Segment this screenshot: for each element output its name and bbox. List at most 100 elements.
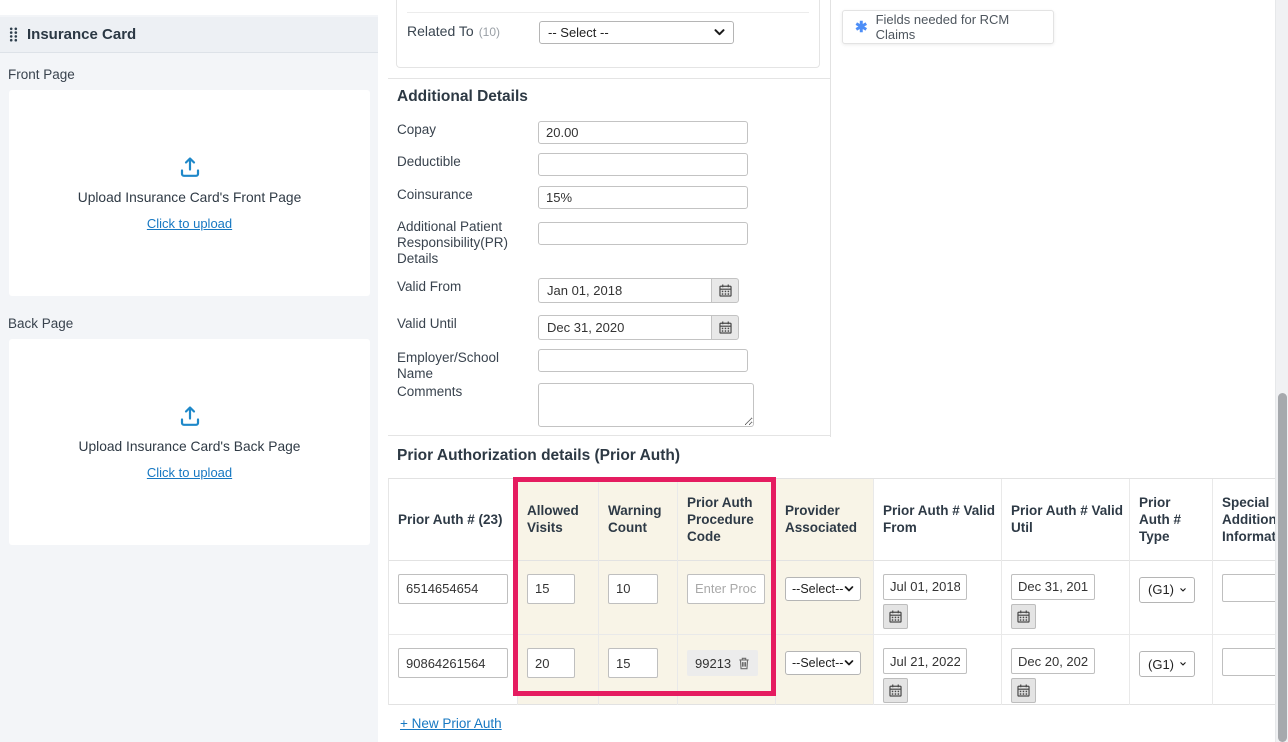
table-cell <box>389 561 517 636</box>
warning-count-input-row2[interactable] <box>608 648 658 678</box>
back-page-upload-link[interactable]: Click to upload <box>147 465 232 480</box>
column-valid-util: Prior Auth # Valid Util <box>1002 479 1130 705</box>
chevron-down-icon <box>714 29 725 36</box>
back-page-label: Back Page <box>8 316 73 331</box>
allowed-visits-input-row1[interactable] <box>527 574 575 604</box>
related-to-label: Related To(10) <box>407 23 500 39</box>
insurance-card-panel: Insurance Card Front Page Upload Insuran… <box>0 15 378 742</box>
table-cell: (G1) <box>1130 561 1212 636</box>
column-auth-type: Prior Auth # Type (G1) (G1) <box>1130 479 1213 705</box>
comments-textarea[interactable] <box>538 383 754 427</box>
additional-pr-label: Additional Patient Responsibility(PR) De… <box>397 219 533 267</box>
provider-select-row1[interactable]: --Select-- <box>785 577 861 601</box>
additional-pr-input[interactable] <box>538 222 748 245</box>
warning-count-input-row1[interactable] <box>608 574 658 604</box>
front-page-upload-dropzone[interactable]: Upload Insurance Card's Front Page Click… <box>9 90 370 296</box>
front-page-upload-text: Upload Insurance Card's Front Page <box>78 190 302 205</box>
prior-auth-number-input-row1[interactable] <box>398 574 508 604</box>
deductible-input[interactable] <box>538 153 748 176</box>
drag-handle-icon[interactable] <box>9 27 18 42</box>
allowed-visits-input-row2[interactable] <box>527 648 575 678</box>
table-cell <box>1213 561 1276 636</box>
valid-until-group <box>538 315 739 340</box>
auth-valid-util-input-row2[interactable] <box>1011 648 1095 674</box>
calendar-button[interactable] <box>883 678 908 703</box>
calendar-icon <box>1017 684 1030 697</box>
column-header: Prior Auth Procedure Code <box>678 479 775 561</box>
prior-auth-heading: Prior Authorization details (Prior Auth) <box>397 447 680 465</box>
valid-until-input[interactable] <box>538 315 711 340</box>
table-cell: --Select-- <box>776 561 873 636</box>
special-info-input-row2[interactable] <box>1222 648 1276 676</box>
chevron-down-icon <box>1180 661 1186 667</box>
table-cell: 99213 <box>678 635 775 705</box>
back-page-upload-text: Upload Insurance Card's Back Page <box>79 439 301 454</box>
special-info-input-row1[interactable] <box>1222 574 1276 602</box>
copay-label: Copay <box>397 122 533 138</box>
valid-from-calendar-button[interactable] <box>711 278 739 303</box>
employer-school-input[interactable] <box>538 349 748 372</box>
coinsurance-input[interactable] <box>538 186 748 209</box>
table-cell <box>1002 635 1129 705</box>
calendar-button[interactable] <box>883 604 908 629</box>
employer-school-label: Employer/School Name <box>397 350 533 382</box>
valid-from-input[interactable] <box>538 278 711 303</box>
table-cell <box>599 561 677 636</box>
auth-valid-from-input-row2[interactable] <box>883 648 967 674</box>
provider-select-row2[interactable]: --Select-- <box>785 651 861 675</box>
column-valid-from: Prior Auth # Valid From <box>874 479 1002 705</box>
scrollbar-track[interactable] <box>1275 0 1288 742</box>
table-cell <box>518 635 598 705</box>
procedure-code-chip-row2: 99213 <box>687 650 758 676</box>
column-prior-auth-number: Prior Auth # (23) <box>389 479 518 705</box>
upload-icon <box>178 155 202 179</box>
auth-valid-from-input-row1[interactable] <box>883 574 967 600</box>
column-header: Prior Auth # Type <box>1130 479 1212 561</box>
table-cell <box>389 635 517 705</box>
table-cell: --Select-- <box>776 635 873 705</box>
auth-valid-util-input-row1[interactable] <box>1011 574 1095 600</box>
column-header: Prior Auth # Valid From <box>874 479 1001 561</box>
insurance-card-header: Insurance Card <box>0 17 378 53</box>
front-page-upload-link[interactable]: Click to upload <box>147 216 232 231</box>
scrollbar-thumb[interactable] <box>1278 393 1287 742</box>
additional-details-section: Additional Details Copay Deductible Coin… <box>388 78 830 436</box>
table-cell <box>1002 561 1129 636</box>
new-prior-auth-link[interactable]: + New Prior Auth <box>400 716 502 731</box>
calendar-button[interactable] <box>1011 678 1036 703</box>
related-to-select[interactable]: -- Select -- <box>539 21 734 44</box>
vertical-divider <box>830 0 831 437</box>
column-procedure-code: Prior Auth Procedure Code 99213 <box>678 479 776 705</box>
valid-from-group <box>538 278 739 303</box>
valid-until-calendar-button[interactable] <box>711 315 739 340</box>
column-header: Prior Auth # Valid Util <box>1002 479 1129 561</box>
comments-label: Comments <box>397 384 533 400</box>
table-cell: (G1) <box>1130 635 1212 705</box>
calendar-icon <box>719 284 732 297</box>
copay-input[interactable] <box>538 121 748 144</box>
prior-auth-table: Prior Auth # (23) Allowed Visits Warning… <box>388 478 1276 705</box>
calendar-icon <box>889 610 902 623</box>
column-header: Provider Associated <box>776 479 873 561</box>
calendar-button[interactable] <box>1011 604 1036 629</box>
table-cell <box>678 561 775 636</box>
table-cell <box>518 561 598 636</box>
trash-icon[interactable] <box>738 657 750 670</box>
column-header: Prior Auth # (23) <box>389 479 517 561</box>
rcm-claims-note-text: Fields needed for RCM Claims <box>876 12 1041 42</box>
column-header: Allowed Visits <box>518 479 598 561</box>
calendar-icon <box>889 684 902 697</box>
column-header: Warning Count <box>599 479 677 561</box>
auth-type-select-row1[interactable]: (G1) <box>1139 577 1195 603</box>
table-cell <box>874 635 1001 705</box>
procedure-code-input-row1[interactable] <box>687 574 765 604</box>
rcm-claims-note: ✱ Fields needed for RCM Claims <box>842 10 1054 44</box>
column-header: Special Additional Information <box>1213 479 1276 561</box>
prior-auth-number-input-row2[interactable] <box>398 648 508 678</box>
chevron-down-icon <box>1180 587 1186 593</box>
insurance-details-screen: Insurance Card Front Page Upload Insuran… <box>0 0 1288 742</box>
back-page-upload-dropzone[interactable]: Upload Insurance Card's Back Page Click … <box>9 339 370 545</box>
table-cell <box>1213 635 1276 705</box>
auth-type-select-row2[interactable]: (G1) <box>1139 651 1195 677</box>
chevron-down-icon <box>844 586 854 592</box>
